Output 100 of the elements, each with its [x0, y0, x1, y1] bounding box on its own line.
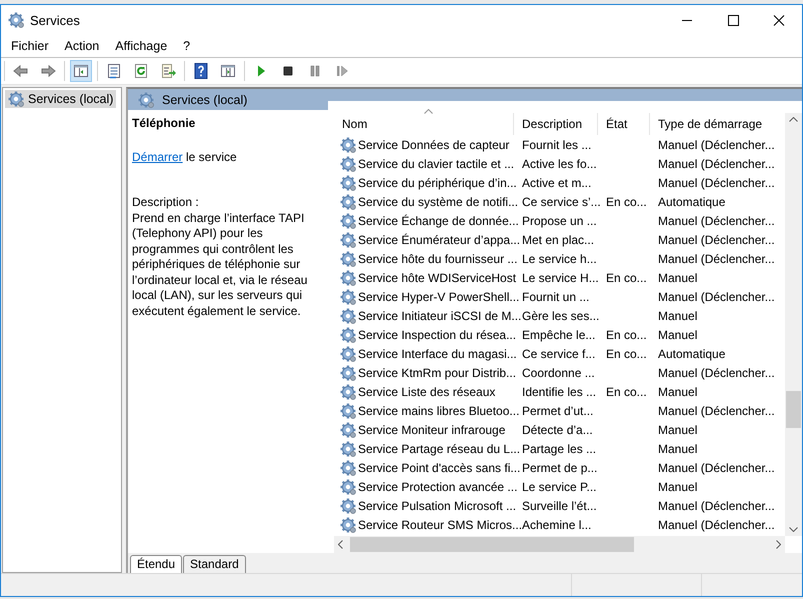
gear-icon — [340, 194, 356, 210]
service-name-cell[interactable]: Service Protection avancée ... — [358, 480, 518, 494]
scroll-right-icon[interactable] — [776, 540, 781, 549]
gear-icon — [340, 498, 356, 514]
service-name-cell[interactable]: Service Interface du magasi... — [358, 346, 517, 360]
description-cell-text: Détecte d’a... — [521, 422, 594, 436]
gear-icon — [340, 212, 356, 228]
gear-icon — [340, 174, 356, 190]
startup-type-cell-text: Manuel (Déclencher... — [657, 214, 776, 228]
startup-type-cell-text: Manuel — [657, 422, 698, 436]
close-icon[interactable] — [773, 14, 785, 26]
window-title: Services — [30, 12, 80, 28]
startup-type-cell-text: Manuel — [657, 270, 698, 284]
startup-type-cell-text: Manuel — [657, 308, 698, 322]
service-name-cell[interactable]: Service Moniteur infrarouge — [358, 422, 506, 436]
service-name-cell[interactable]: Service Données de capteur — [358, 138, 510, 152]
description-label: Description : — [132, 195, 200, 210]
startup-type-cell-text: Automatique — [657, 194, 726, 208]
service-name-cell[interactable]: Service hôte WDIServiceHost — [358, 270, 516, 284]
state-cell-text: En co... — [605, 384, 648, 398]
startup-type-cell-text: Automatique — [657, 346, 726, 360]
startup-type-cell-text: Manuel (Déclencher... — [657, 498, 776, 512]
horizontal-scrollbar[interactable] — [334, 536, 785, 553]
maximize-icon[interactable] — [727, 14, 739, 26]
startup-type-cell-text: Manuel (Déclencher... — [657, 404, 776, 418]
gear-icon — [340, 440, 356, 456]
state-cell-text: En co... — [605, 346, 648, 360]
service-name-cell[interactable]: Service Point d'accès sans fi... — [358, 460, 520, 474]
service-name-cell[interactable]: Service Liste des réseaux — [358, 384, 496, 398]
service-name-cell[interactable]: Service Pulsation Microsoft ... — [358, 498, 516, 512]
service-name-cell[interactable]: Service du périphérique d’in... — [358, 176, 517, 190]
startup-type-cell-text: Manuel — [657, 480, 698, 494]
gear-icon — [340, 232, 356, 248]
startup-type-cell-text: Manuel — [657, 384, 698, 398]
gear-icon — [340, 516, 356, 532]
service-name-cell[interactable]: Service Routeur SMS Micros... — [358, 518, 522, 532]
view-tab[interactable]: Standard — [183, 555, 246, 573]
service-name-cell[interactable]: Service Échange de donnée... — [358, 214, 519, 228]
service-name-cell[interactable]: Service mains libres Bluetoo... — [358, 404, 520, 418]
column-header[interactable]: Type de démarrage — [650, 113, 785, 135]
startup-type-cell-text: Manuel (Déclencher... — [657, 138, 776, 152]
gear-icon — [340, 136, 356, 152]
startup-type-cell-text: Manuel (Déclencher... — [657, 156, 776, 170]
view-tab[interactable]: Étendu — [130, 555, 182, 573]
startup-type-cell-text: Manuel (Déclencher... — [657, 252, 776, 266]
action-sentence: Démarrer le service — [132, 150, 238, 165]
gear-icon — [340, 422, 356, 438]
description-cell-text: Empêche le... — [521, 328, 596, 342]
menu-item[interactable]: Affichage — [107, 39, 176, 53]
sort-caret-icon — [424, 109, 433, 114]
service-name-cell[interactable]: Service Inspection du résea... — [358, 328, 516, 342]
startup-type-cell-text: Manuel (Déclencher... — [657, 366, 776, 380]
app-icon — [8, 12, 24, 28]
service-name-cell[interactable]: Service Hyper-V PowerShell... — [358, 290, 520, 304]
startup-type-cell-text: Manuel (Déclencher... — [657, 518, 776, 532]
startup-type-cell-text: Manuel (Déclencher... — [657, 176, 776, 190]
startup-type-cell-text: Manuel (Déclencher... — [657, 290, 776, 304]
vertical-scrollbar[interactable] — [785, 113, 802, 536]
scroll-left-icon[interactable] — [338, 540, 343, 549]
column-header[interactable]: Description — [514, 113, 598, 135]
panel-title: Services (local) — [162, 92, 248, 106]
gear-icon — [340, 250, 356, 266]
gear-icon — [340, 326, 356, 342]
service-name: Téléphonie — [132, 116, 196, 132]
column-header[interactable]: Nom — [334, 113, 514, 135]
service-name-cell[interactable]: Service KtmRm pour Distrib... — [358, 366, 516, 380]
description-cell-text: Le service H... — [521, 270, 598, 284]
service-name-cell[interactable]: Service du clavier tactile et ... — [358, 156, 514, 170]
gear-icon — [138, 92, 154, 108]
column-header[interactable]: État — [598, 113, 650, 135]
scrollbar-thumb[interactable] — [786, 391, 801, 428]
startup-type-cell-text: Manuel (Déclencher... — [657, 232, 776, 246]
state-cell-text: En co... — [605, 328, 648, 342]
tree-item[interactable]: Services (local) — [5, 90, 116, 108]
description-text: Prend en charge l’interface TAPI (Telephony API) pour les programmes qui contrôlent les périphériques de téléphonie sur l’ordinateur local et, via le réseau local (LAN), sur les serveurs qui exécutent également le service. — [132, 210, 308, 319]
service-name-cell[interactable]: Service hôte du fournisseur ... — [358, 252, 518, 266]
menu-item[interactable]: ? — [175, 39, 198, 53]
gear-icon — [340, 402, 356, 418]
startup-type-cell-text: Manuel (Déclencher... — [657, 460, 776, 474]
service-name-cell[interactable]: Service du système de notifi... — [358, 194, 518, 208]
startup-type-cell-text: Manuel — [657, 328, 698, 342]
service-name-cell[interactable]: Service Énumérateur d’appa... — [358, 232, 520, 246]
service-name-cell[interactable]: Service Partage réseau du L... — [358, 442, 520, 456]
scroll-up-icon[interactable] — [789, 117, 798, 122]
scrollbar-thumb[interactable] — [350, 537, 634, 552]
tree-pane-icon[interactable] — [70, 60, 92, 82]
description-cell-text: Ce service f... — [521, 346, 596, 360]
description-cell-text: Surveille l’ét... — [521, 498, 598, 512]
start-link[interactable]: Démarrer — [132, 150, 183, 164]
gear-icon — [340, 270, 356, 286]
startup-type-cell-text: Manuel — [657, 442, 698, 456]
menu-item[interactable]: Action — [56, 39, 108, 53]
gear-icon — [340, 346, 356, 362]
gear-icon — [340, 478, 356, 494]
gear-icon — [340, 364, 356, 380]
service-name-cell[interactable]: Service Initiateur iSCSI de M... — [358, 308, 522, 322]
description-cell-text: Identifie les ... — [521, 384, 598, 398]
scroll-down-icon[interactable] — [789, 527, 798, 532]
gear-icon — [340, 384, 356, 400]
menu-item[interactable]: Fichier — [3, 39, 57, 53]
